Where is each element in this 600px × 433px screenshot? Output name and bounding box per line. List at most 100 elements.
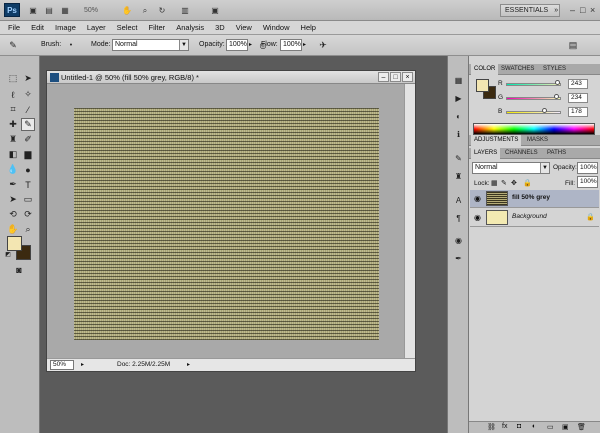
channels-panel-icon[interactable]: ◉ [452, 234, 465, 246]
mini-bridge-icon[interactable]: ▤ [42, 4, 56, 17]
layer-row-background[interactable]: ◉ Background 🔒 [470, 209, 599, 227]
blue-slider[interactable] [506, 111, 561, 114]
eye-icon[interactable]: ◉ [474, 213, 481, 222]
opacity-field[interactable]: 100% [226, 39, 248, 51]
menu-analysis[interactable]: Analysis [176, 23, 204, 32]
foreground-color-swatch[interactable] [7, 236, 22, 251]
chevron-right-icon[interactable]: ▸ [303, 41, 306, 48]
3d-orbit-icon[interactable]: ⟳ [21, 208, 35, 221]
history-brush-icon[interactable]: ✐ [21, 133, 35, 146]
maximize-button[interactable]: □ [580, 5, 585, 15]
zoom-icon[interactable]: ⌕ [138, 4, 152, 17]
tab-layers[interactable]: LAYERS [471, 148, 501, 159]
gradient-icon[interactable]: ▆ [21, 148, 35, 161]
green-slider-knob[interactable] [553, 94, 559, 99]
flow-field[interactable]: 100% [280, 39, 302, 51]
lock-position-icon[interactable]: ✥ [511, 179, 517, 187]
layer-opacity-field[interactable]: 100% [577, 162, 598, 174]
new-group-icon[interactable]: ▭ [547, 423, 554, 431]
vertical-scrollbar[interactable] [404, 84, 415, 359]
color-spectrum-ramp[interactable] [473, 123, 595, 135]
tab-styles[interactable]: STYLES [540, 64, 569, 75]
lock-all-icon[interactable]: 🔒 [523, 179, 532, 187]
fill-field[interactable]: 100% [577, 176, 598, 188]
zoom-field[interactable]: 50% [50, 360, 74, 370]
hand-icon[interactable]: ✋ [6, 223, 20, 236]
path-select-icon[interactable]: ➤ [6, 193, 20, 206]
dodge-icon[interactable]: ● [21, 163, 35, 176]
3d-panel-icon[interactable]: ◐ [452, 110, 465, 122]
brush-tool-icon[interactable]: ✎ [21, 118, 35, 131]
eraser-icon[interactable]: ◧ [6, 148, 20, 161]
lasso-tool-icon[interactable]: ℓ [6, 88, 20, 101]
canvas-area[interactable] [47, 84, 405, 359]
green-slider[interactable] [506, 97, 561, 100]
menu-3d[interactable]: 3D [215, 23, 225, 32]
doc-maximize-button[interactable]: □ [390, 72, 401, 82]
new-layer-icon[interactable]: ▣ [562, 423, 569, 431]
status-menu-arrow-icon[interactable]: ▸ [187, 359, 190, 371]
status-menu-icon[interactable]: ▸ [81, 359, 84, 371]
blend-mode-select[interactable]: Normal ▼ [472, 162, 550, 174]
arrange-documents-icon[interactable]: ▥ [176, 4, 194, 17]
paragraph-panel-icon[interactable]: ¶ [452, 212, 465, 224]
layer-row-selected[interactable]: ◉ fill 50% grey [470, 190, 599, 208]
workspace-switcher[interactable]: ESSENTIALS » [500, 4, 560, 17]
menu-select[interactable]: Select [117, 23, 138, 32]
screen-mode-icon[interactable]: ▣ [206, 4, 224, 17]
adjustment-layer-icon[interactable]: ◐ [532, 423, 536, 430]
history-panel-icon[interactable]: ▦ [452, 74, 465, 86]
mode-select[interactable]: Normal ▼ [112, 39, 189, 51]
tab-masks[interactable]: MASKS [524, 135, 551, 146]
link-layers-icon[interactable]: ⛓ [487, 423, 496, 431]
tab-adjustments[interactable]: ADJUSTMENTS [471, 135, 522, 146]
shape-icon[interactable]: ▭ [21, 193, 35, 206]
layer-name[interactable]: fill 50% grey [512, 194, 550, 201]
clone-source-icon[interactable]: ♜ [452, 170, 465, 182]
crop-tool-icon[interactable]: ⌗ [6, 103, 20, 116]
foreground-color-swatch[interactable] [476, 79, 489, 92]
quick-mask-icon[interactable]: ◙ [12, 263, 26, 276]
panel-toggle-icon[interactable]: ▤ [566, 39, 580, 52]
quick-select-icon[interactable]: ✧ [21, 88, 35, 101]
healing-brush-icon[interactable]: ✚ [6, 118, 20, 131]
tab-paths[interactable]: PATHS [544, 148, 569, 159]
blur-icon[interactable]: 💧 [6, 163, 20, 176]
info-panel-icon[interactable]: ℹ [452, 128, 465, 140]
menu-window[interactable]: Window [263, 23, 290, 32]
close-button[interactable]: × [590, 5, 595, 15]
tab-color[interactable]: COLOR [471, 64, 499, 75]
eye-icon[interactable]: ◉ [474, 194, 481, 203]
lock-image-icon[interactable]: ✎ [501, 179, 507, 187]
blue-slider-knob[interactable] [541, 108, 547, 113]
minimize-button[interactable]: – [570, 5, 575, 15]
brush-size-icon[interactable]: • [64, 39, 78, 52]
type-icon[interactable]: T [21, 178, 35, 191]
fx-icon[interactable]: fx [502, 423, 507, 430]
menu-filter[interactable]: Filter [149, 23, 166, 32]
canvas-image[interactable] [74, 108, 379, 340]
character-panel-icon[interactable]: A [452, 194, 465, 206]
menu-file[interactable]: File [8, 23, 20, 32]
red-slider[interactable] [506, 83, 561, 86]
lock-transparent-icon[interactable]: ▦ [491, 179, 498, 187]
rotate-view-icon[interactable]: ↻ [155, 4, 169, 17]
menu-layer[interactable]: Layer [87, 23, 106, 32]
menu-edit[interactable]: Edit [31, 23, 44, 32]
chevron-right-icon[interactable]: ▸ [249, 41, 252, 48]
blue-value-field[interactable]: 178 [568, 107, 588, 117]
paths-panel-icon[interactable]: ✒ [452, 252, 465, 264]
layer-name[interactable]: Background [512, 213, 547, 220]
zoom-level-select[interactable]: 50% [76, 4, 106, 17]
tab-swatches[interactable]: SWATCHES [498, 64, 537, 75]
doc-close-button[interactable]: × [402, 72, 413, 82]
airbrush-icon[interactable]: ✈ [316, 39, 330, 52]
brush-panel-icon[interactable]: ✎ [452, 152, 465, 164]
menu-help[interactable]: Help [301, 23, 316, 32]
doc-minimize-button[interactable]: – [378, 72, 389, 82]
green-value-field[interactable]: 234 [568, 93, 588, 103]
trash-icon[interactable]: 🗑 [577, 423, 586, 431]
clone-stamp-icon[interactable]: ♜ [6, 133, 20, 146]
menu-view[interactable]: View [236, 23, 252, 32]
tab-channels[interactable]: CHANNELS [502, 148, 541, 159]
